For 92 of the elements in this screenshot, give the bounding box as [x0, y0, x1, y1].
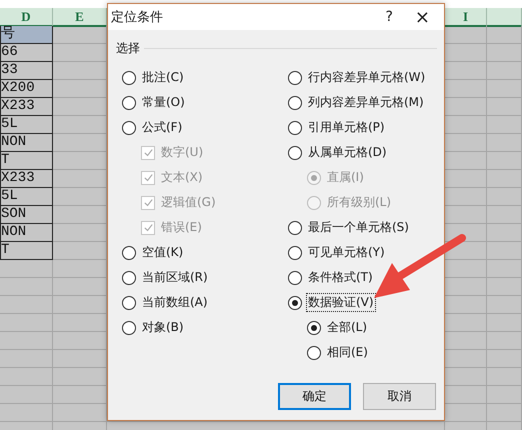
radio-button[interactable] [288, 96, 302, 110]
column-header[interactable]: D [0, 8, 53, 27]
option-label[interactable]: 最后一个单元格(S) [306, 218, 411, 237]
option-label[interactable]: 公式(F) [140, 118, 184, 137]
close-button[interactable]: × [414, 6, 430, 28]
option-label[interactable]: 当前数组(A) [140, 293, 210, 312]
radio-button[interactable] [122, 96, 136, 110]
radio-button[interactable] [288, 70, 302, 84]
cancel-button[interactable]: 取消 [363, 383, 436, 410]
table-cell [487, 116, 522, 134]
table-cell [487, 170, 522, 188]
table-cell [487, 26, 522, 44]
table-cell [487, 44, 522, 62]
radio-button[interactable] [122, 270, 136, 284]
option-label[interactable]: 批注(C) [140, 68, 186, 87]
radio-button[interactable] [122, 120, 136, 134]
table-cell [487, 260, 522, 278]
radio-button[interactable] [122, 246, 136, 260]
table-cell: 5L [0, 116, 53, 134]
window-title: 定位条件 [111, 9, 164, 26]
table-cell: T [0, 242, 53, 260]
table-cell [487, 296, 522, 314]
check-icon [142, 172, 154, 183]
radio-button[interactable] [122, 70, 136, 84]
table-cell: 66 [0, 44, 53, 62]
option-label[interactable]: 对象(B) [140, 318, 186, 337]
table-cell [487, 224, 522, 242]
column-header[interactable]: E [53, 8, 107, 27]
table-cell [487, 134, 522, 152]
table-cell [0, 278, 53, 296]
radio-button[interactable] [122, 296, 136, 310]
table-cell [0, 260, 53, 278]
option-label[interactable]: 引用单元格(P) [306, 118, 387, 137]
table-cell [0, 332, 53, 350]
table-cell: X233 [0, 98, 53, 116]
table-cell [487, 386, 522, 404]
radio-button[interactable] [288, 296, 302, 310]
radio-button[interactable] [122, 320, 136, 334]
table-cell [487, 206, 522, 224]
table-cell [487, 404, 522, 422]
ok-button[interactable]: 确定 [278, 383, 351, 410]
table-cell: SON [0, 206, 53, 224]
radio-button[interactable] [307, 320, 321, 334]
check-icon [142, 147, 154, 158]
option-label[interactable]: 全部(L) [325, 318, 370, 337]
option-label[interactable]: 常量(O) [140, 93, 187, 112]
column-header[interactable] [487, 8, 522, 27]
table-cell: 号 [0, 26, 53, 44]
option-label[interactable]: 条件格式(T) [306, 268, 375, 287]
radio-button[interactable] [288, 120, 302, 134]
table-cell: T [0, 152, 53, 170]
table-cell [487, 80, 522, 98]
group-label: 选择 [116, 40, 140, 57]
option-label[interactable]: 当前区域(R) [140, 268, 210, 287]
table-cell [0, 404, 53, 422]
table-cell: 5L [0, 188, 53, 206]
table-cell: NON [0, 224, 53, 242]
radio-button[interactable] [288, 246, 302, 260]
radio-button[interactable] [288, 220, 302, 234]
table-cell [487, 314, 522, 332]
option-label[interactable]: 相同(E) [325, 343, 370, 362]
table-cell [0, 296, 53, 314]
table-cell [0, 368, 53, 386]
option-label[interactable]: 可见单元格(Y) [306, 243, 387, 262]
option-label[interactable]: 从属单元格(D) [306, 143, 389, 162]
radio-button[interactable] [288, 270, 302, 284]
table-cell [0, 314, 53, 332]
check-icon [142, 197, 154, 208]
column-header[interactable]: I [445, 8, 487, 27]
table-cell [0, 386, 53, 404]
table-cell: NON [0, 134, 53, 152]
option-label[interactable]: 列内容差异单元格(M) [306, 93, 426, 112]
radio-button[interactable] [288, 146, 302, 160]
option-label[interactable]: 空值(K) [140, 243, 186, 262]
table-cell: X233 [0, 170, 53, 188]
table-cell [487, 62, 522, 80]
table-cell [487, 368, 522, 386]
check-icon [142, 222, 154, 233]
table-cell: 33 [0, 62, 53, 80]
table-cell [487, 242, 522, 260]
table-cell [487, 188, 522, 206]
table-cell [487, 152, 522, 170]
table-cell: X200 [0, 80, 53, 98]
table-cell [487, 332, 522, 350]
option-label[interactable]: 数据验证(V) [306, 293, 376, 312]
option-label[interactable]: 行内容差异单元格(W) [306, 68, 428, 87]
table-cell [487, 98, 522, 116]
table-cell [0, 350, 53, 368]
radio-button[interactable] [307, 346, 321, 360]
table-cell [487, 350, 522, 368]
help-button[interactable]: ? [385, 9, 393, 25]
table-cell [487, 278, 522, 296]
